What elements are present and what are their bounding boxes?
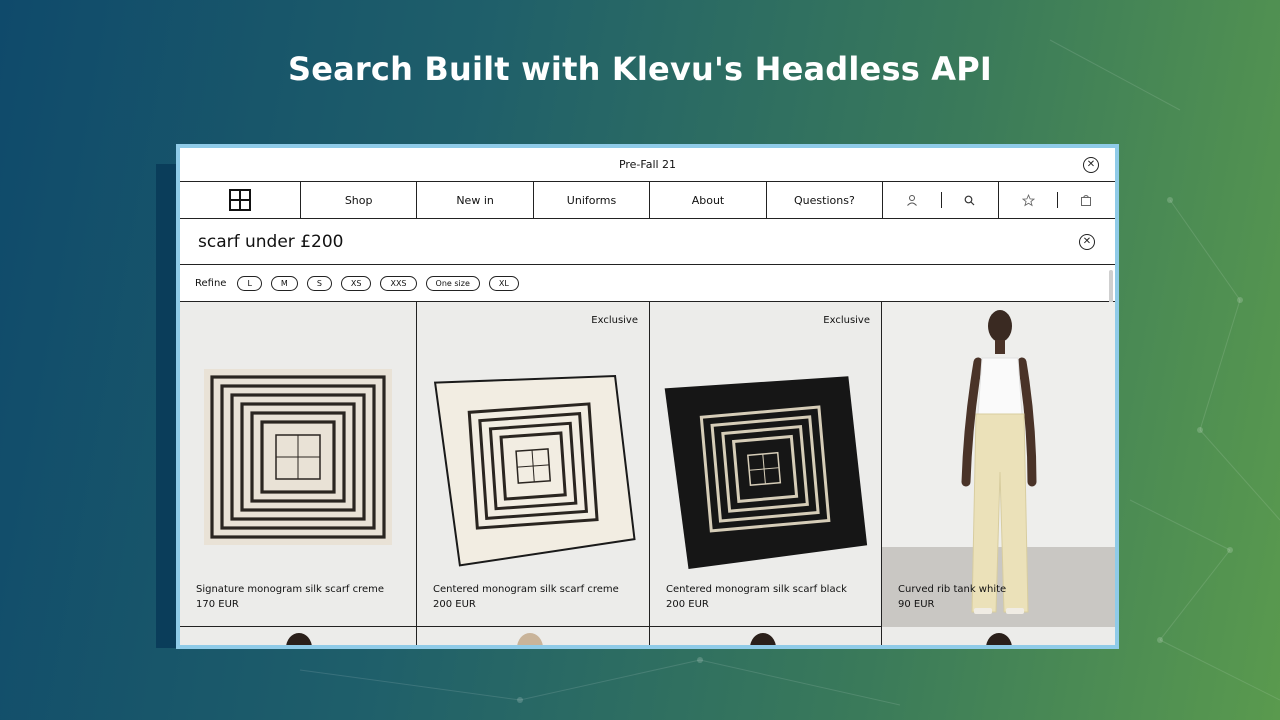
search-bar: ✕ — [180, 219, 1115, 265]
product-card[interactable]: Curved rib tank white 90 EUR — [882, 302, 1115, 627]
product-grid: Signature monogram silk scarf creme 170 … — [180, 302, 1115, 627]
nav-item-shop[interactable]: Shop — [301, 182, 418, 218]
product-card[interactable] — [417, 627, 650, 645]
refine-label: Refine — [195, 277, 227, 289]
product-card[interactable]: Signature monogram silk scarf creme 170 … — [180, 302, 417, 627]
product-price: 200 EUR — [433, 599, 476, 610]
nav-icons-right — [999, 182, 1115, 218]
size-chip-one-size[interactable]: One size — [425, 275, 480, 291]
product-name[interactable]: Curved rib tank white — [898, 584, 1006, 595]
size-chip-l[interactable]: L — [237, 275, 262, 291]
size-chip-s[interactable]: S — [306, 275, 332, 291]
size-chip-m[interactable]: M — [270, 275, 298, 291]
product-name[interactable]: Centered monogram silk scarf black — [666, 584, 847, 595]
product-name[interactable]: Centered monogram silk scarf creme — [433, 584, 619, 595]
model-head — [986, 633, 1012, 645]
close-icon[interactable]: ✕ — [1083, 157, 1099, 173]
star-icon[interactable] — [1022, 193, 1036, 207]
nav-item-about[interactable]: About — [650, 182, 767, 218]
user-icon[interactable] — [906, 194, 918, 206]
nav-divider — [1057, 192, 1059, 208]
page-headline: Search Built with Klevu's Headless API — [287, 50, 993, 88]
product-card[interactable]: Exclusive Centered monogram silk scarf b… — [650, 302, 882, 627]
search-input[interactable] — [198, 231, 998, 252]
nav-icons-left — [883, 182, 1000, 218]
brand-logo[interactable] — [180, 182, 301, 218]
size-chip-xs[interactable]: XS — [340, 275, 372, 291]
size-chip-xl[interactable]: XL — [488, 275, 519, 291]
product-image — [433, 375, 636, 567]
product-card[interactable] — [650, 627, 882, 645]
nav-divider — [940, 192, 942, 208]
product-image — [882, 302, 1115, 627]
product-price: 170 EUR — [196, 599, 239, 610]
logo-mark-icon — [228, 189, 251, 211]
nav-item-uniforms[interactable]: Uniforms — [534, 182, 651, 218]
main-nav: Shop New in Uniforms About Questions? — [180, 182, 1115, 219]
model-head — [517, 633, 543, 645]
product-card[interactable] — [882, 627, 1115, 645]
product-price: 90 EUR — [898, 599, 935, 610]
product-image — [204, 369, 392, 545]
size-chip-xxs[interactable]: XXS — [380, 275, 417, 291]
promo-bar: Pre-Fall 21 ✕ — [180, 148, 1115, 182]
product-grid-row-2 — [180, 627, 1115, 645]
product-card[interactable] — [180, 627, 417, 645]
clear-search-icon[interactable]: ✕ — [1079, 234, 1095, 250]
nav-item-questions[interactable]: Questions? — [767, 182, 884, 218]
product-card[interactable]: Exclusive Centered monogram silk scarf c… — [417, 302, 650, 627]
product-image — [664, 376, 868, 569]
nav-item-new-in[interactable]: New in — [417, 182, 534, 218]
refine-bar: Refine L M S XS XXS One size XL — [180, 265, 1115, 302]
product-name[interactable]: Signature monogram silk scarf creme — [196, 584, 384, 595]
store-screenshot-frame: Pre-Fall 21 ✕ Shop New in Uniforms About… — [176, 144, 1119, 649]
model-head — [750, 633, 776, 645]
search-icon[interactable] — [964, 195, 975, 206]
model-head — [286, 633, 312, 645]
promo-text[interactable]: Pre-Fall 21 — [619, 158, 676, 171]
shopping-bag-icon[interactable] — [1080, 194, 1092, 206]
product-price: 200 EUR — [666, 599, 709, 610]
